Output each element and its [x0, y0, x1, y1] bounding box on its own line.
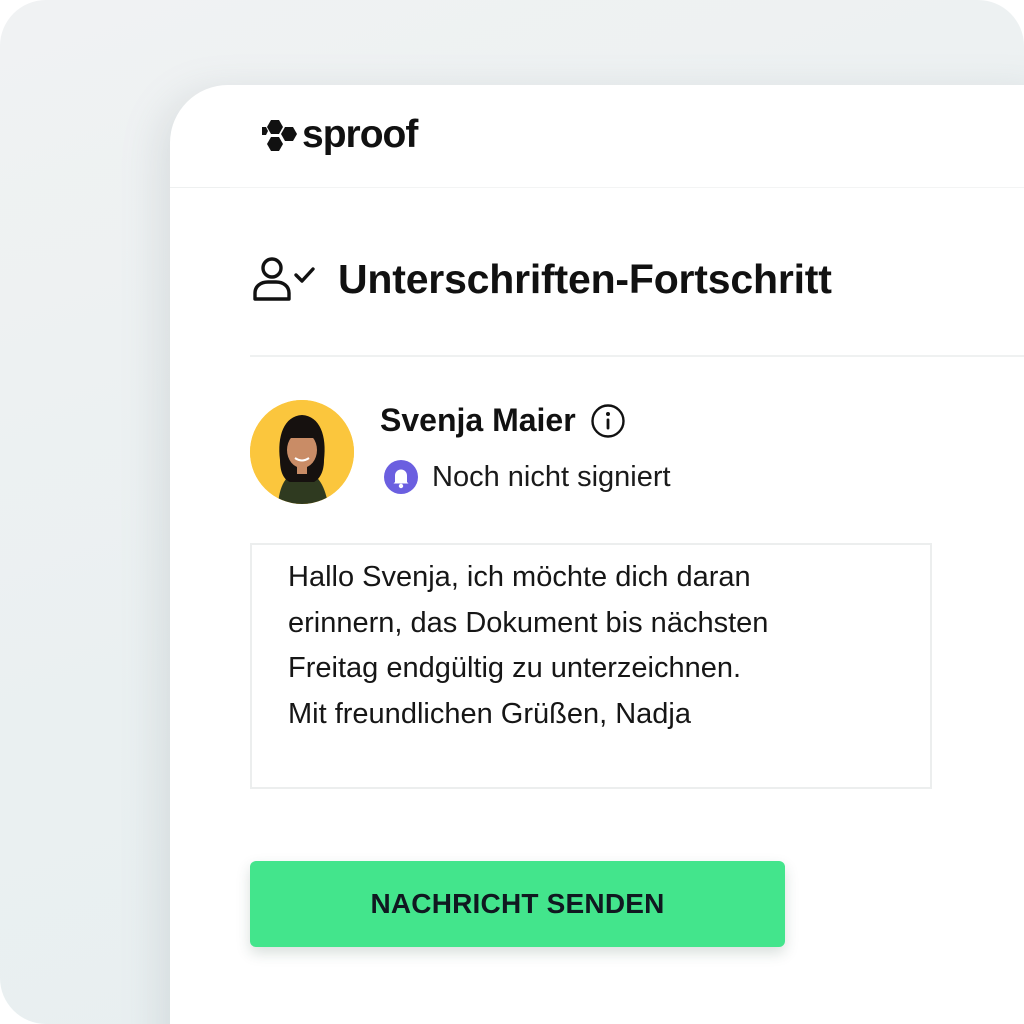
sproof-logo: sproof: [262, 112, 418, 157]
hexagon-logo-icon: [262, 120, 297, 151]
bell-icon: [384, 460, 418, 494]
send-message-button[interactable]: NACHRICHT SENDEN: [250, 861, 785, 947]
header-divider-left: [170, 187, 230, 188]
header-divider: [230, 187, 1024, 188]
message-text: Hallo Svenja, ich möchte dich daran erin…: [288, 561, 769, 730]
signature-progress-panel: sproof Unterschriften-Fortschritt Svenja…: [170, 85, 1024, 1024]
info-icon[interactable]: [590, 403, 626, 439]
logo-wordmark: sproof: [302, 112, 418, 156]
signature-status: Noch nicht signiert: [384, 460, 671, 494]
user-check-icon: [253, 257, 315, 301]
screen: sproof Unterschriften-Fortschritt Svenja…: [0, 0, 1024, 1024]
page-title: Unterschriften-Fortschritt: [338, 255, 832, 302]
status-text: Noch nicht signiert: [432, 460, 671, 493]
message-textarea[interactable]: Hallo Svenja, ich möchte dich daran erin…: [250, 543, 932, 789]
avatar: [250, 400, 354, 504]
signer-name: Svenja Maier: [380, 402, 576, 438]
section-header: Unterschriften-Fortschritt: [252, 255, 832, 303]
avatar-portrait: [250, 400, 354, 504]
section-divider: [250, 355, 1024, 357]
signer-row: Svenja Maier Noch nicht signiert: [250, 400, 950, 510]
signer-name-row: Svenja Maier: [380, 402, 626, 439]
